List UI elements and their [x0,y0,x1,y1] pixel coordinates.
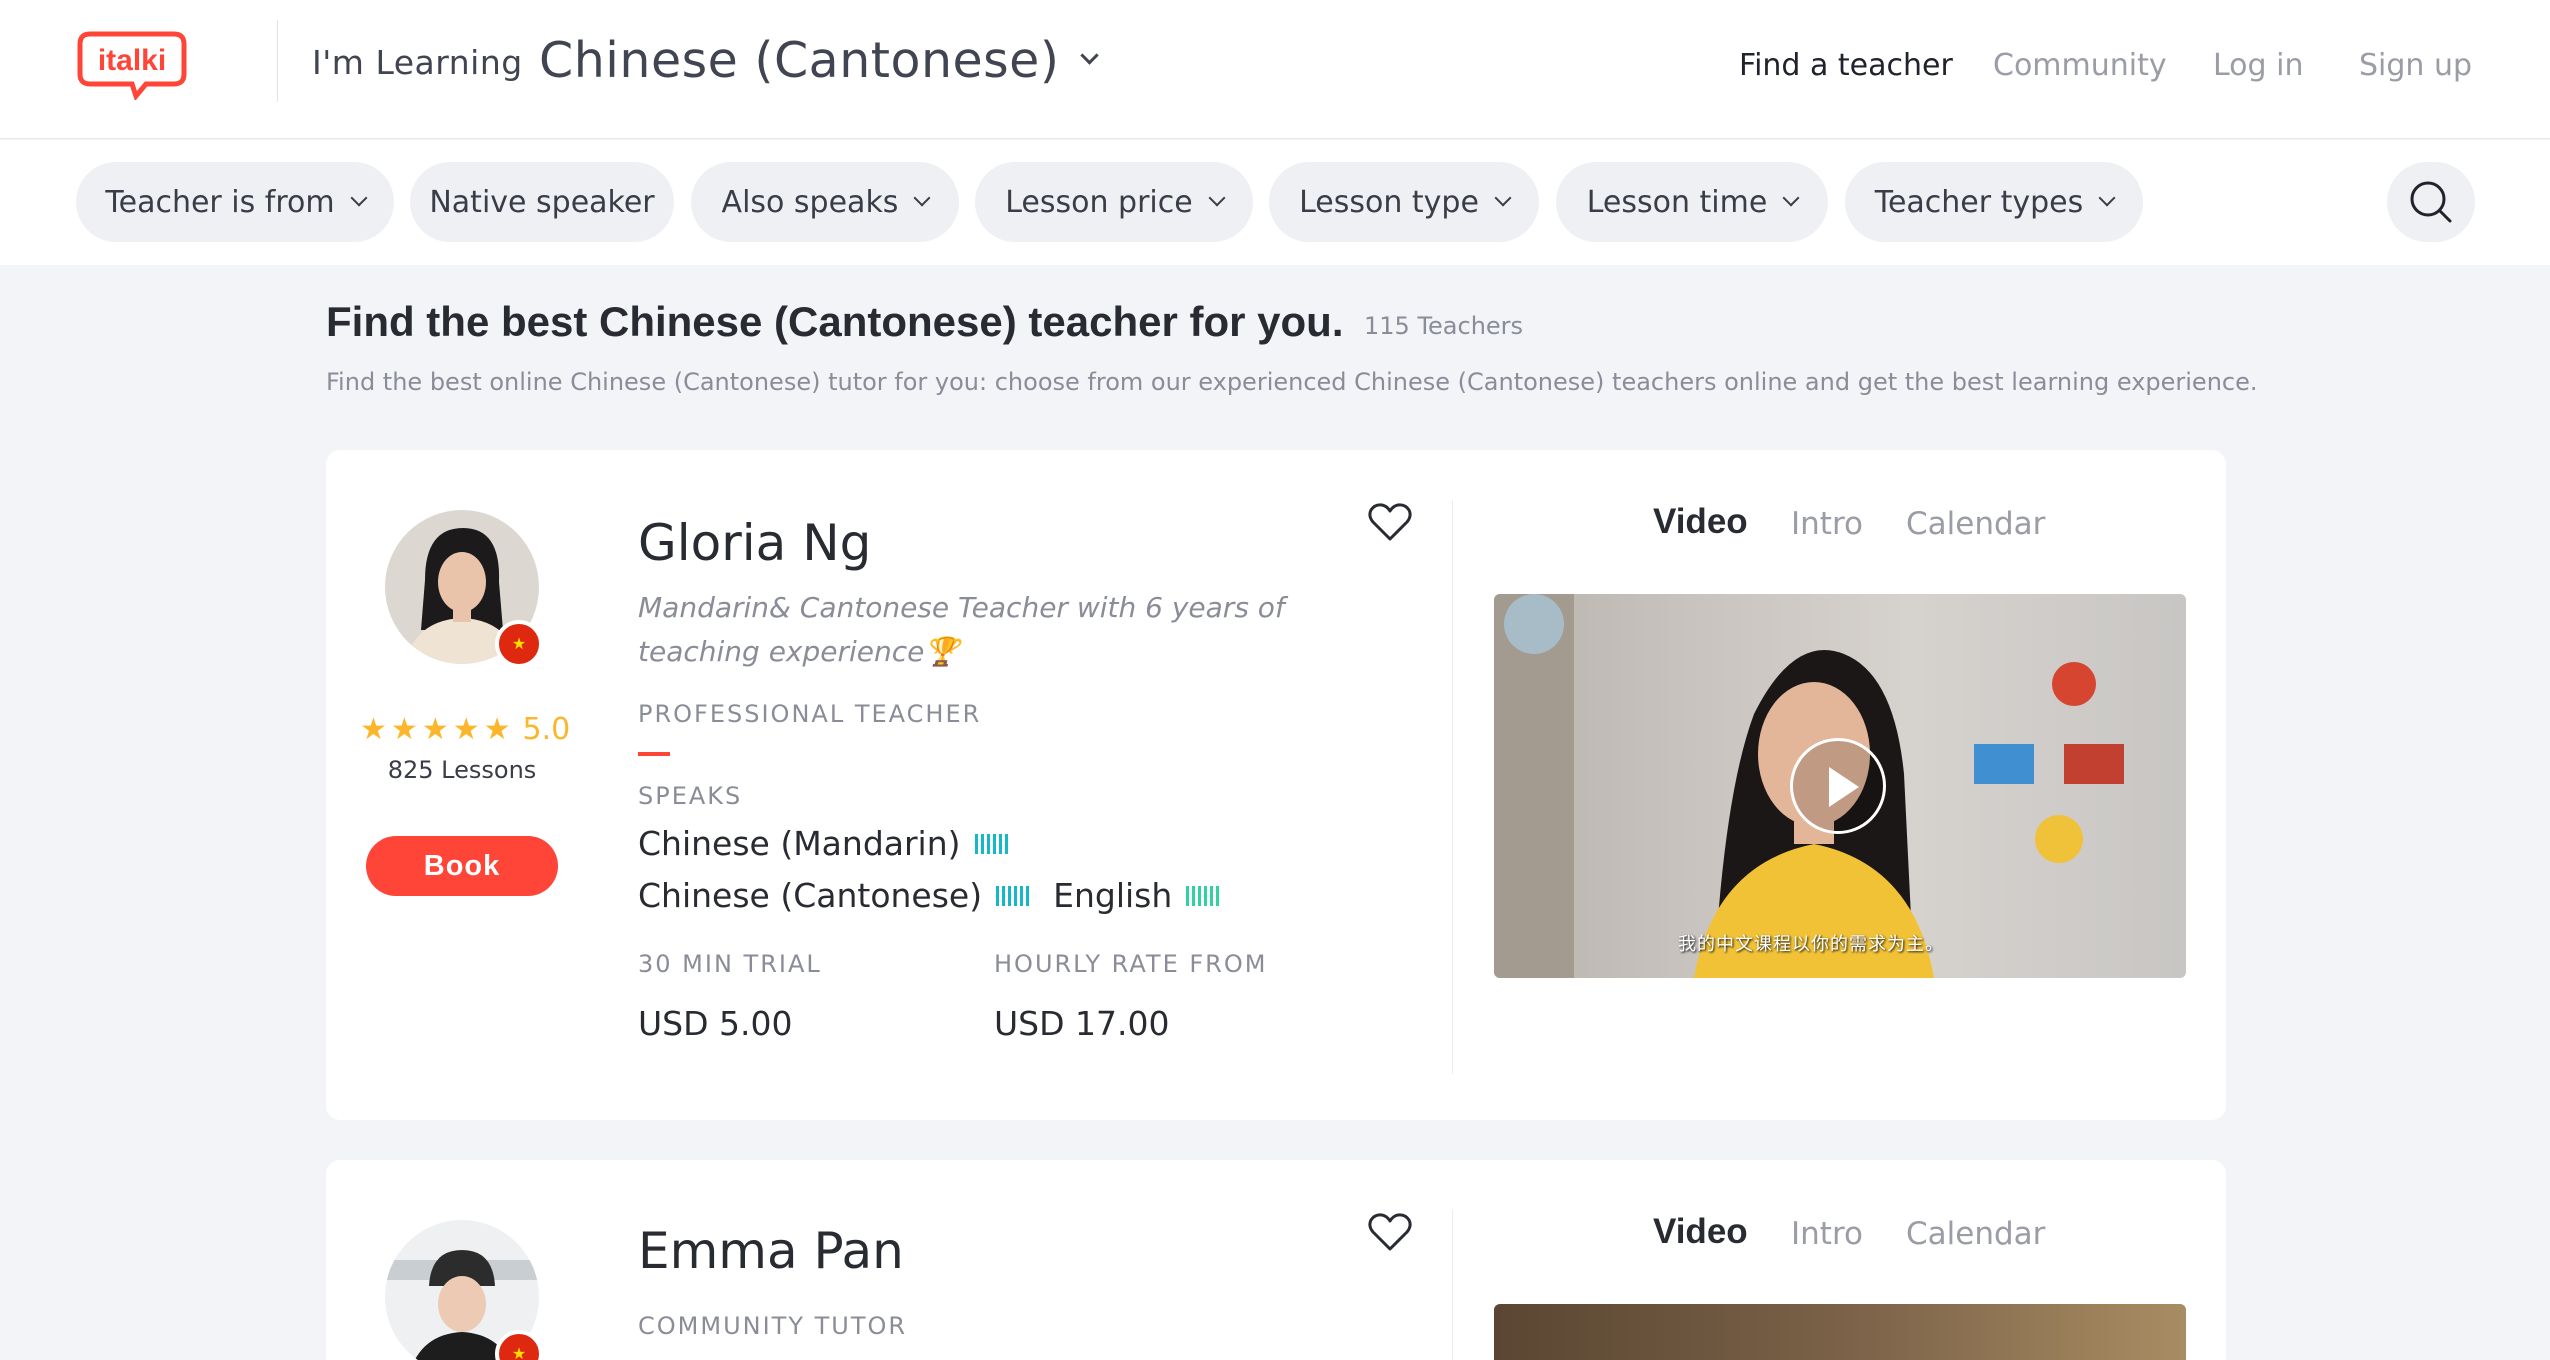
page-description: Find the best online Chinese (Cantonese)… [326,368,2258,396]
china-flag-icon: ★ [495,620,543,668]
filter-bar: Teacher is from Native speaker Also spea… [0,140,2550,265]
hourly-price: USD 17.00 [994,1004,1170,1043]
lesson-count: 825 Lessons [387,756,537,784]
rating-stars: ★ ★ ★ ★ ★ 5.0 [360,712,570,747]
play-icon[interactable] [1790,738,1886,834]
filter-label: Teacher is from [105,184,335,220]
filter-label: Lesson time [1586,184,1768,220]
intro-video[interactable]: 我的中文课程以你的需求为主。 [1494,594,2186,978]
language-row: Chinese (Mandarin) [638,824,1008,863]
level-bars-icon [996,885,1030,906]
chevron-down-icon [2098,189,2116,207]
star-icon: ★ [360,711,387,747]
header-divider [277,20,278,102]
nav-community[interactable]: Community [1993,48,2167,83]
language-name: Chinese (Cantonese) [638,876,983,915]
chevron-down-icon [1494,189,1512,207]
teacher-type: COMMUNITY TUTOR [638,1312,908,1340]
hourly-label: HOURLY RATE FROM [994,950,1268,978]
filter-label: Lesson price [1005,184,1193,220]
filter-label: Also speaks [721,184,899,220]
avatar[interactable]: ★ [385,510,543,668]
tab-calendar[interactable]: Calendar [1906,1216,2045,1252]
divider-accent [638,752,670,756]
rating-value: 5.0 [522,712,571,747]
intro-video[interactable] [1494,1304,2186,1360]
level-bars-icon [1186,885,1220,906]
learning-language-select[interactable]: Chinese (Cantonese) [539,32,1100,89]
top-header: italki I'm Learning Chinese (Cantonese) … [0,0,2550,139]
search-icon [2410,181,2452,223]
teacher-name[interactable]: Emma Pan [638,1222,904,1280]
avatar[interactable]: ★ [385,1220,543,1360]
filter-lesson-price[interactable]: Lesson price [975,162,1253,242]
chevron-down-icon [1080,46,1100,65]
language-row: Chinese (Cantonese) English [638,876,1220,915]
tab-video[interactable]: Video [1653,1212,1748,1252]
filter-also-speaks[interactable]: Also speaks [691,162,959,242]
nav-signup[interactable]: Sign up [2359,48,2472,83]
filter-label: Teacher types [1874,184,2084,220]
speaks-label: SPEAKS [638,782,743,810]
tab-video[interactable]: Video [1653,502,1748,542]
teacher-tagline: Mandarin& Cantonese Teacher with 6 years… [638,591,1285,668]
star-icon: ★ [483,711,511,747]
search-button[interactable] [2387,162,2475,242]
video-subtitle: 我的中文课程以你的需求为主。 [1678,934,1944,955]
filter-native-speaker[interactable]: Native speaker [410,162,674,242]
learning-label: I'm Learning [312,43,523,82]
favorite-heart-icon[interactable] [1368,502,1412,542]
teacher-card[interactable]: ★ Emma Pan COMMUNITY TUTOR Video Intro C… [326,1160,2226,1360]
nav-login[interactable]: Log in [2213,48,2303,83]
chevron-down-icon [350,189,368,207]
page-title: Find the best Chinese (Cantonese) teache… [326,298,1344,345]
star-icon: ★ [390,711,418,747]
teacher-type: PROFESSIONAL TEACHER [638,700,982,728]
nav-find-teacher[interactable]: Find a teacher [1739,48,1953,83]
level-bars-icon [974,833,1008,854]
teacher-card[interactable]: ★ ★ ★ ★ ★ ★ 5.0 825 Lessons Book Gloria … [326,450,2226,1120]
filter-label: Native speaker [429,184,655,220]
language-name: Chinese (Mandarin) [638,824,961,863]
trial-label: 30 MIN TRIAL [638,950,822,978]
teacher-name[interactable]: Gloria Ng [638,514,871,572]
book-button[interactable]: Book [366,836,558,896]
favorite-heart-icon[interactable] [1368,1212,1412,1252]
filter-teacher-from[interactable]: Teacher is from [76,162,394,242]
filter-teacher-types[interactable]: Teacher types [1845,162,2143,242]
card-divider [1452,500,1453,1074]
trial-price: USD 5.00 [638,1004,793,1043]
filter-lesson-time[interactable]: Lesson time [1556,162,1828,242]
tab-intro[interactable]: Intro [1791,1216,1863,1252]
language-name: English [1053,876,1173,915]
filter-label: Lesson type [1299,184,1479,220]
star-icon: ★ [421,711,449,747]
chevron-down-icon [1208,189,1226,207]
learning-language-value: Chinese (Cantonese) [539,32,1060,89]
tab-calendar[interactable]: Calendar [1906,506,2045,542]
chevron-down-icon [913,189,931,207]
svg-text:italki: italki [98,44,166,77]
tab-intro[interactable]: Intro [1791,506,1863,542]
italki-logo[interactable]: italki [76,30,188,100]
chevron-down-icon [1782,189,1800,207]
teacher-count: 115 Teachers [1364,312,1524,340]
star-icon: ★ [452,711,480,747]
filter-lesson-type[interactable]: Lesson type [1269,162,1539,242]
card-divider [1452,1210,1453,1360]
